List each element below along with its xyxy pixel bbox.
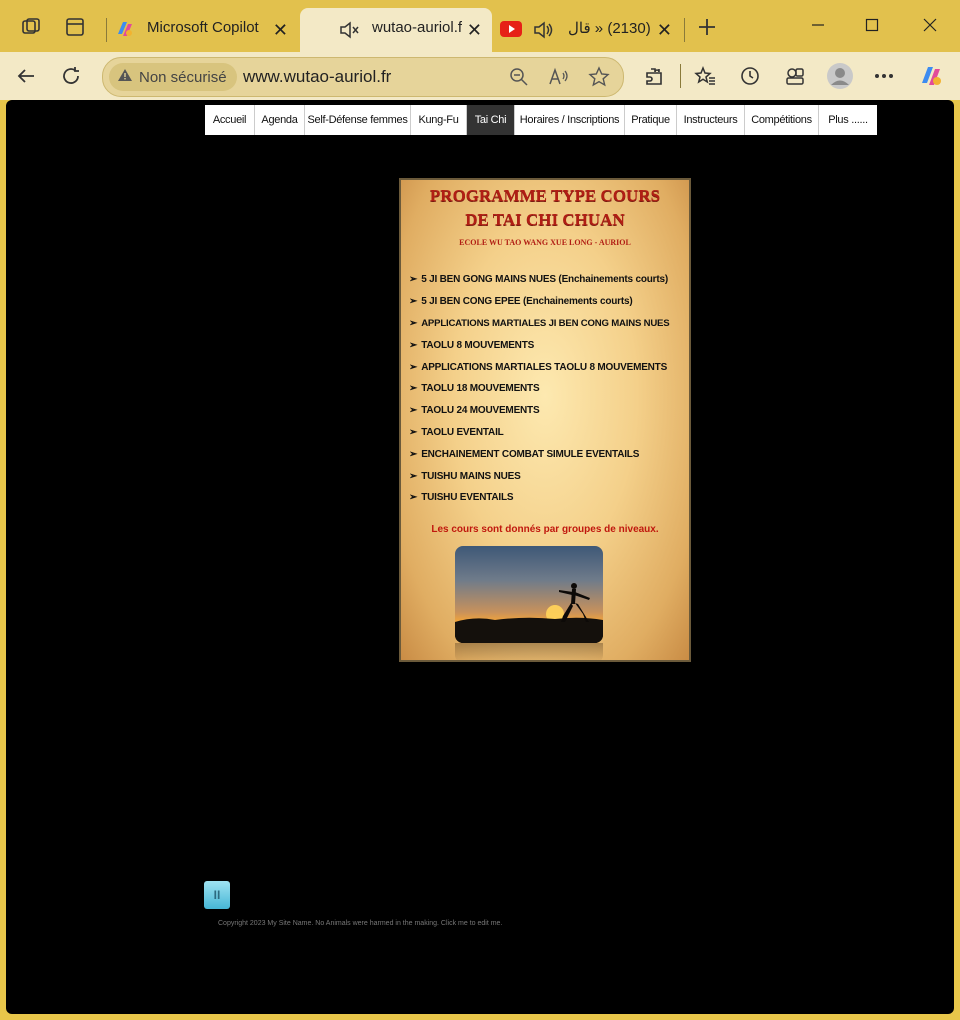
arrow-bullet-icon: ➢ xyxy=(409,383,418,395)
poster-title-line1: PROGRAMME TYPE COURS xyxy=(429,186,661,205)
photo-reflection xyxy=(455,643,603,660)
program-list: ➢ 5 JI BEN GONG MAINS NUES (Enchainements… xyxy=(409,269,689,509)
footer-copyright[interactable]: Copyright 2023 My Site Name. No Animals … xyxy=(218,920,502,927)
speaker-icon[interactable] xyxy=(532,20,554,44)
list-item: ➢ TAOLU EVENTAIL xyxy=(409,426,504,438)
arrow-bullet-icon: ➢ xyxy=(409,296,418,308)
browser-toolbar: Non sécurisé www.wutao-auriol.fr xyxy=(0,52,960,100)
nav-plus[interactable]: Plus ...... xyxy=(819,105,877,135)
close-tab-icon[interactable]: ✕ xyxy=(273,20,288,41)
list-item: ➢ 5 JI BEN CONG EPEE (Enchainements court… xyxy=(409,296,633,308)
close-tab-icon[interactable]: ✕ xyxy=(657,20,672,41)
arrow-bullet-icon: ➢ xyxy=(409,448,418,460)
security-indicator[interactable]: Non sécurisé xyxy=(109,63,237,91)
tab-wutao[interactable]: wutao-auriol.fr ✕ xyxy=(300,8,492,52)
nav-horaires[interactable]: Horaires / Inscriptions xyxy=(515,105,625,135)
favorite-star-icon[interactable] xyxy=(587,65,611,89)
poster-subtitle: ECOLE WU TAO WANG XUE LONG - AURIOL xyxy=(459,238,631,247)
tab-actions-icon[interactable] xyxy=(62,14,88,40)
tab-title: wutao-auriol.fr xyxy=(372,19,462,36)
tab-title: Microsoft Copilot xyxy=(147,19,259,36)
list-item: ➢ TAOLU 8 MOUVEMENTS xyxy=(409,339,535,351)
copilot-sidebar-icon[interactable] xyxy=(915,60,947,92)
back-icon[interactable] xyxy=(10,60,42,92)
favorites-icon[interactable] xyxy=(689,60,721,92)
pause-music-button[interactable]: II xyxy=(204,881,230,909)
nav-pratique[interactable]: Pratique xyxy=(625,105,677,135)
read-aloud-icon[interactable] xyxy=(547,65,571,89)
list-item: ➢ APPLICATIONS MARTIALES TAOLU 8 MOUVEMEN… xyxy=(409,361,668,373)
new-tab-icon[interactable] xyxy=(694,14,720,40)
arrow-bullet-icon: ➢ xyxy=(409,426,418,438)
arrow-bullet-icon: ➢ xyxy=(409,492,418,504)
close-window-icon[interactable] xyxy=(910,10,950,40)
address-bar[interactable]: Non sécurisé www.wutao-auriol.fr xyxy=(102,57,624,97)
history-icon[interactable] xyxy=(734,60,766,92)
site-nav: Accueil Agenda Self-Défense femmes Kung-… xyxy=(205,105,877,135)
list-item: ➢ TUISHU MAINS NUES xyxy=(409,470,521,482)
youtube-icon xyxy=(500,21,522,41)
nav-accueil[interactable]: Accueil xyxy=(205,105,255,135)
page-viewport: Accueil Agenda Self-Défense femmes Kung-… xyxy=(6,100,954,1014)
tai-chi-sunset-photo xyxy=(455,546,603,643)
copilot-icon xyxy=(114,18,136,44)
nav-tai-chi[interactable]: Tai Chi xyxy=(467,105,515,135)
arrow-bullet-icon: ➢ xyxy=(409,405,418,417)
tai-chi-program-poster: PROGRAMME TYPE COURS DE TAI CHI CHUAN EC… xyxy=(399,178,691,662)
zoom-icon[interactable] xyxy=(507,65,531,89)
minimize-icon[interactable] xyxy=(798,10,838,40)
warning-icon xyxy=(117,68,133,86)
arrow-bullet-icon: ➢ xyxy=(409,274,418,286)
tab-youtube[interactable]: (2130) « قال ✕ xyxy=(496,8,682,52)
profile-avatar[interactable] xyxy=(824,60,856,92)
close-tab-icon[interactable]: ✕ xyxy=(467,20,482,41)
workspaces-icon[interactable] xyxy=(18,14,44,40)
maximize-icon[interactable] xyxy=(852,10,892,40)
arrow-bullet-icon: ➢ xyxy=(409,470,418,482)
security-label: Non sécurisé xyxy=(139,68,227,86)
more-options-icon[interactable] xyxy=(868,60,900,92)
poster-note: Les cours sont donnés par groupes de niv… xyxy=(431,524,659,535)
list-item: ➢ APPLICATIONS MARTIALES JI BEN CONG MAIN… xyxy=(409,317,670,329)
arrow-bullet-icon: ➢ xyxy=(409,317,418,329)
tab-copilot[interactable]: Microsoft Copilot ✕ xyxy=(110,8,298,52)
refresh-icon[interactable] xyxy=(55,60,87,92)
title-bar: Microsoft Copilot ✕ wutao-auriol.fr ✕ (2… xyxy=(0,0,960,52)
list-item: ➢ TUISHU EVENTAILS xyxy=(409,492,514,504)
list-item: ➢ 5 JI BEN GONG MAINS NUES (Enchainements… xyxy=(409,274,668,286)
list-item: ➢ TAOLU 18 MOUVEMENTS xyxy=(409,383,540,395)
tab-title: (2130) « قال xyxy=(568,20,651,37)
list-item: ➢ ENCHAINEMENT COMBAT SIMULE EVENTAILS xyxy=(409,448,640,460)
collections-icon[interactable] xyxy=(779,60,811,92)
nav-self-defense[interactable]: Self-Défense femmes xyxy=(305,105,411,135)
nav-competitions[interactable]: Compétitions xyxy=(745,105,819,135)
arrow-bullet-icon: ➢ xyxy=(409,339,418,351)
nav-instructeurs[interactable]: Instructeurs xyxy=(677,105,745,135)
muted-speaker-icon[interactable] xyxy=(338,20,360,44)
url-text[interactable]: www.wutao-auriol.fr xyxy=(243,67,391,87)
extensions-icon[interactable] xyxy=(638,60,670,92)
list-item: ➢ TAOLU 24 MOUVEMENTS xyxy=(409,405,540,417)
arrow-bullet-icon: ➢ xyxy=(409,361,418,373)
nav-kung-fu[interactable]: Kung-Fu xyxy=(411,105,467,135)
poster-title-line2: DE TAI CHI CHUAN xyxy=(465,210,625,229)
nav-agenda[interactable]: Agenda xyxy=(255,105,305,135)
